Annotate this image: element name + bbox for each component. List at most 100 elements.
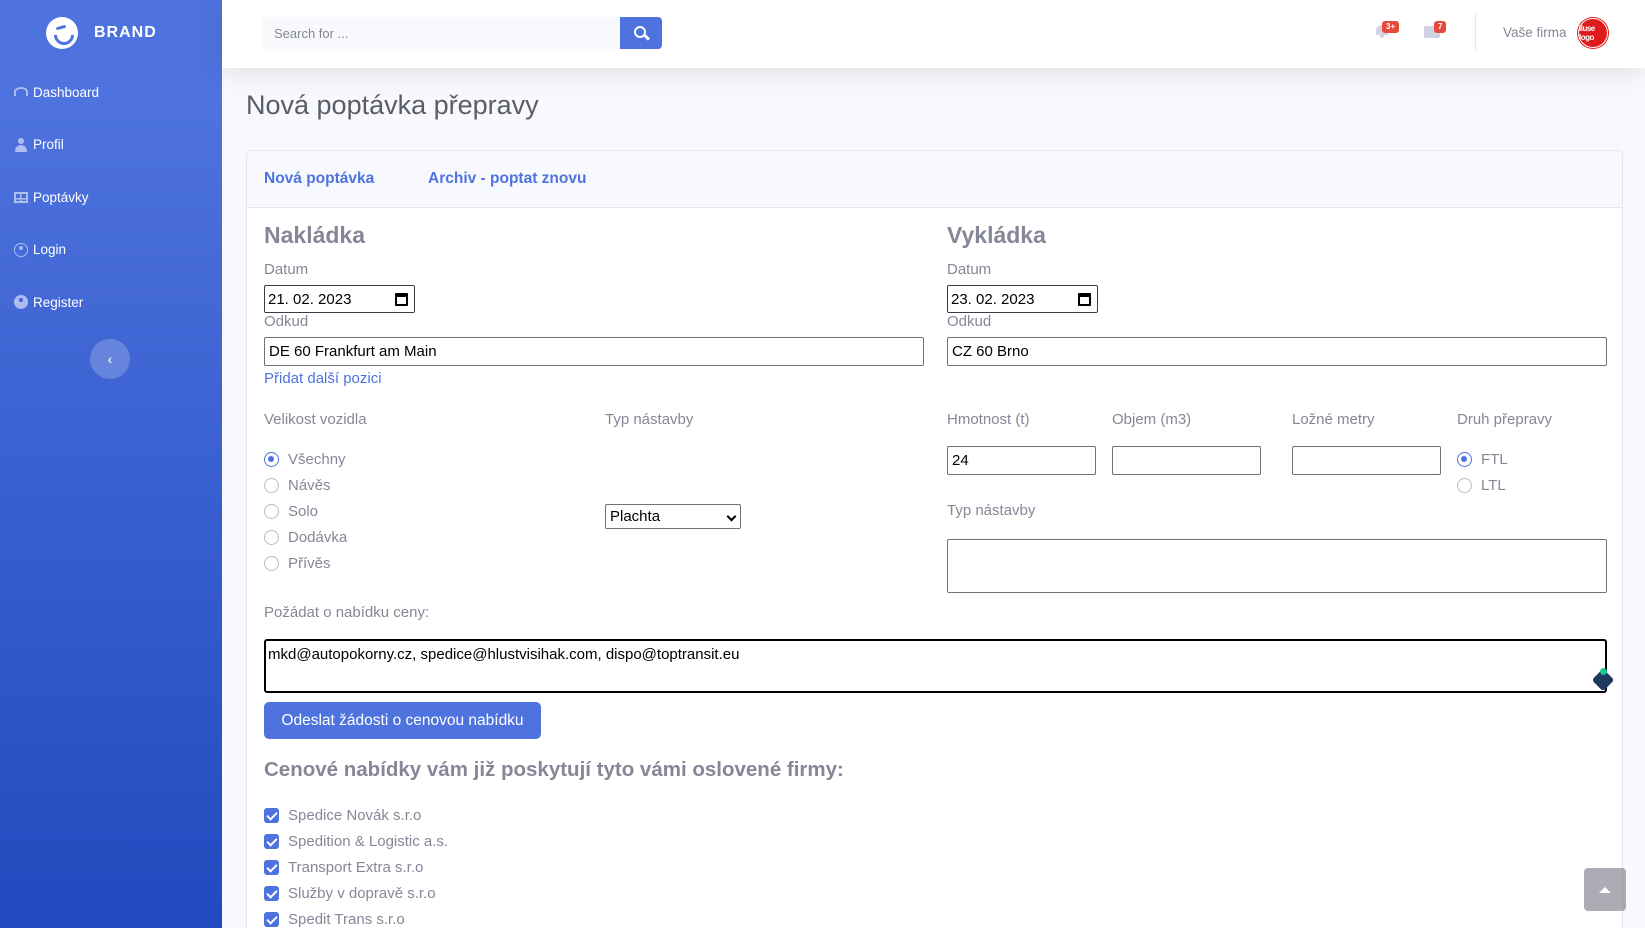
avatar-logo-text: lluse logo bbox=[1579, 24, 1595, 42]
bell-clapper bbox=[1380, 35, 1384, 38]
loading-date-input[interactable]: 21. 02. 2023 bbox=[264, 285, 415, 313]
vehicle-size-option-label: Solo bbox=[288, 502, 319, 520]
list-item[interactable]: Spedice Novák s.r.o bbox=[264, 802, 448, 828]
list-item[interactable]: Spedit Trans s.r.o bbox=[264, 906, 448, 928]
sidebar-item-label: Register bbox=[33, 294, 84, 310]
unloading-date-input[interactable]: 23. 02. 2023 bbox=[947, 285, 1098, 313]
radio-button[interactable] bbox=[264, 529, 279, 545]
topbar-divider bbox=[1475, 14, 1476, 50]
request-price-label: Požádat o nabídku ceny: bbox=[264, 604, 430, 621]
loading-from-input[interactable]: DE 60 Frankfurt am Main bbox=[264, 337, 924, 366]
checkbox[interactable] bbox=[264, 885, 279, 901]
sidebar-item-poptavky[interactable]: Poptávky bbox=[0, 171, 222, 224]
vehicle-size-option[interactable]: Dodávka bbox=[264, 524, 347, 550]
radio-button[interactable] bbox=[1457, 477, 1472, 493]
checkbox[interactable] bbox=[264, 833, 279, 849]
sidebar-item-label: Profil bbox=[33, 137, 64, 153]
sidebar-item-login[interactable]: Login bbox=[0, 224, 222, 277]
messages-badge: 7 bbox=[1434, 21, 1447, 33]
unloading-from-input[interactable]: CZ 60 Brno bbox=[947, 337, 1607, 366]
add-position-link[interactable]: Přidat další pozici bbox=[264, 370, 382, 387]
weight-input[interactable]: 24 bbox=[947, 446, 1096, 475]
company-name: Spedition & Logistic a.s. bbox=[288, 832, 449, 850]
vehicle-size-option[interactable]: Všechny bbox=[264, 446, 347, 472]
list-item[interactable]: Služby v dopravě s.r.o bbox=[264, 880, 448, 906]
company-name: Spedit Trans s.r.o bbox=[288, 910, 405, 928]
user-name[interactable]: Vaše firma bbox=[1503, 25, 1567, 40]
calendar-icon[interactable] bbox=[395, 293, 408, 306]
company-name: Spedice Novák s.r.o bbox=[288, 806, 422, 824]
transport-type-option[interactable]: FTL bbox=[1457, 446, 1508, 472]
request-card: Nová poptávka Archiv - poptat znovu Nakl… bbox=[246, 150, 1623, 928]
sidebar-toggle-button[interactable]: ‹ bbox=[90, 338, 130, 379]
chevron-down-icon bbox=[726, 511, 737, 522]
unloading-from-value: CZ 60 Brno bbox=[952, 343, 1029, 360]
transport-type-option-label: LTL bbox=[1481, 476, 1506, 494]
sidebar-item-dashboard[interactable]: Dashboard bbox=[0, 66, 222, 119]
search-form bbox=[262, 17, 662, 49]
alerts-badge: 3+ bbox=[1382, 21, 1400, 33]
checkbox[interactable] bbox=[264, 859, 279, 875]
search-input[interactable] bbox=[262, 17, 621, 49]
vehicle-size-label: Velikost vozidla bbox=[264, 411, 367, 428]
list-item[interactable]: Spedition & Logistic a.s. bbox=[264, 828, 448, 854]
search-button[interactable] bbox=[620, 17, 662, 49]
radio-button[interactable] bbox=[264, 503, 279, 519]
vehicle-size-option-label: Návěs bbox=[288, 476, 331, 494]
loading-heading: Nakládka bbox=[264, 222, 366, 248]
calendar-icon[interactable] bbox=[1078, 293, 1091, 306]
list-item[interactable]: Transport Extra s.r.o bbox=[264, 854, 448, 880]
loading-from-label: Odkud bbox=[264, 313, 309, 330]
sidebar-item-register[interactable]: Register bbox=[0, 276, 222, 329]
tab-archive[interactable]: Archiv - poptat znovu bbox=[428, 170, 586, 188]
vehicle-size-option[interactable]: Solo bbox=[264, 498, 347, 524]
radio-button[interactable] bbox=[264, 477, 279, 493]
offers-heading: Cenové nabídky vám již poskytují tyto vá… bbox=[264, 758, 844, 781]
scroll-to-top-button[interactable] bbox=[1584, 868, 1626, 911]
volume-input[interactable] bbox=[1112, 446, 1261, 475]
unloading-date-value: 23. 02. 2023 bbox=[951, 290, 1035, 308]
page-title: Nová poptávka přepravy bbox=[246, 90, 539, 120]
transport-type-options: FTL LTL bbox=[1457, 446, 1508, 498]
loading-meters-label: Ložné metry bbox=[1292, 411, 1375, 428]
radio-button[interactable] bbox=[264, 451, 279, 467]
unloading-heading: Vykládka bbox=[947, 222, 1046, 248]
sidebar-item-label: Poptávky bbox=[33, 189, 89, 205]
sidebar-nav: Dashboard Profil Poptávky Login Register bbox=[0, 66, 222, 329]
user-icon bbox=[14, 137, 28, 152]
user-circle-filled-icon bbox=[14, 295, 28, 310]
loading-date-value: 21. 02. 2023 bbox=[268, 290, 352, 308]
loading-date-label: Datum bbox=[264, 261, 309, 278]
checkbox[interactable] bbox=[264, 911, 279, 927]
radio-button[interactable] bbox=[1457, 451, 1472, 467]
unloading-date-label: Datum bbox=[947, 261, 992, 278]
vehicle-size-option[interactable]: Návěs bbox=[264, 472, 347, 498]
card-tabs: Nová poptávka Archiv - poptat znovu bbox=[247, 151, 1622, 208]
vehicle-size-option[interactable]: Přívěs bbox=[264, 550, 347, 576]
table-icon bbox=[14, 191, 28, 203]
brand-name: BRAND bbox=[94, 24, 157, 41]
weight-value: 24 bbox=[952, 452, 969, 469]
tab-new-request[interactable]: Nová poptávka bbox=[264, 170, 374, 188]
brand[interactable]: BRAND bbox=[0, 0, 222, 66]
body-type-select[interactable]: Plachta bbox=[605, 504, 741, 529]
sidebar-item-profil[interactable]: Profil bbox=[0, 119, 222, 172]
vehicle-size-option-label: Všechny bbox=[288, 450, 346, 468]
emails-textarea[interactable]: mkd@autopokorny.cz, spedice@hlustvisihak… bbox=[264, 639, 1607, 693]
radio-button[interactable] bbox=[264, 555, 279, 571]
loading-meters-input[interactable] bbox=[1292, 446, 1441, 475]
body-note-label: Typ nástavby bbox=[947, 502, 1036, 519]
avatar[interactable]: lluse logo bbox=[1578, 18, 1608, 48]
vehicle-size-option-label: Dodávka bbox=[288, 528, 348, 546]
body-note-textarea[interactable] bbox=[947, 539, 1607, 593]
transport-type-option[interactable]: LTL bbox=[1457, 472, 1508, 498]
checkbox[interactable] bbox=[264, 807, 279, 823]
dashboard-icon bbox=[14, 86, 28, 96]
vehicle-size-options: Všechny Návěs Solo Dodávka Přívěs bbox=[264, 446, 347, 576]
transport-type-label: Druh přepravy bbox=[1457, 411, 1553, 428]
topbar: 3+ 7 Vaše firma lluse logo bbox=[222, 0, 1645, 68]
emails-value: mkd@autopokorny.cz, spedice@hlustvisihak… bbox=[268, 646, 740, 663]
send-requests-button[interactable]: Odeslat žádosti o cenovou nabídku bbox=[264, 702, 541, 739]
company-name: Služby v dopravě s.r.o bbox=[288, 884, 436, 902]
body-type-label: Typ nástavby bbox=[605, 411, 694, 428]
